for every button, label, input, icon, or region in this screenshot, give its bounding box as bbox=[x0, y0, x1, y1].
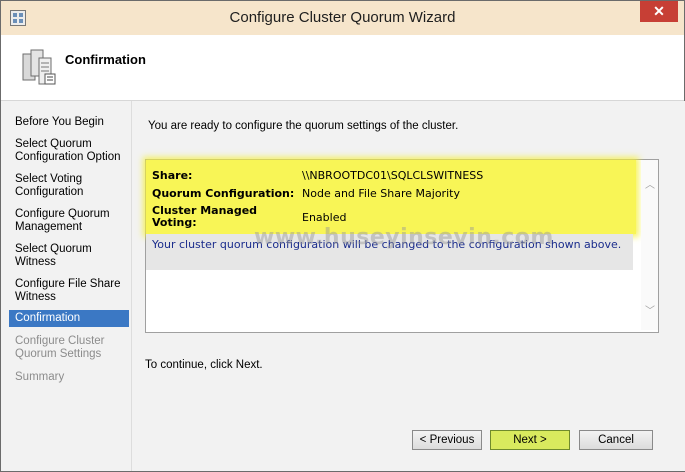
wizard-steps-nav: Before You Begin Select Quorum Configura… bbox=[1, 101, 131, 471]
scroll-down-icon[interactable]: ﹀ bbox=[645, 302, 655, 317]
wizard-window: Configure Cluster Quorum Wizard ✕ Confir… bbox=[0, 0, 685, 472]
cancel-button[interactable]: Cancel bbox=[579, 430, 653, 450]
scroll-up-icon[interactable]: ︿ bbox=[645, 176, 655, 191]
close-button[interactable]: ✕ bbox=[640, 1, 678, 22]
summary-value: \\NBROOTDC01\SQLCLSWITNESS bbox=[302, 169, 484, 182]
watermark: www.huseyinsevin.com bbox=[254, 225, 554, 250]
previous-button[interactable]: < Previous bbox=[412, 430, 482, 450]
summary-label: Quorum Configuration: bbox=[152, 187, 295, 200]
intro-text: You are ready to configure the quorum se… bbox=[148, 120, 459, 132]
cluster-servers-icon bbox=[22, 49, 56, 85]
wizard-header: Confirmation bbox=[1, 35, 684, 101]
vertical-scrollbar[interactable]: ︿ ﹀ bbox=[641, 160, 658, 330]
next-button[interactable]: Next > bbox=[490, 430, 570, 450]
wizard-content: You are ready to configure the quorum se… bbox=[131, 101, 685, 471]
nav-step-select-quorum-configuration[interactable]: Select Quorum Configuration Option bbox=[9, 136, 129, 166]
nav-step-select-quorum-witness[interactable]: Select Quorum Witness bbox=[9, 241, 129, 271]
page-title: Confirmation bbox=[65, 52, 146, 67]
title-bar[interactable]: Configure Cluster Quorum Wizard ✕ bbox=[1, 1, 684, 35]
nav-step-confirmation[interactable]: Confirmation bbox=[9, 310, 129, 327]
nav-step-select-voting-configuration[interactable]: Select Voting Configuration bbox=[9, 171, 129, 201]
continue-text: To continue, click Next. bbox=[145, 359, 263, 371]
nav-step-configure-quorum-management[interactable]: Configure Quorum Management bbox=[9, 206, 129, 236]
nav-step-before-you-begin[interactable]: Before You Begin bbox=[9, 114, 129, 131]
summary-label: Share: bbox=[152, 169, 193, 182]
nav-step-summary: Summary bbox=[15, 371, 65, 383]
summary-value: Node and File Share Majority bbox=[302, 187, 460, 200]
window-title: Configure Cluster Quorum Wizard bbox=[229, 9, 456, 26]
summary-value: Enabled bbox=[302, 211, 347, 224]
nav-step-configure-file-share-witness[interactable]: Configure File Share Witness bbox=[9, 276, 129, 306]
nav-step-configure-cluster-quorum-settings: Configure Cluster Quorum Settings bbox=[15, 335, 105, 360]
